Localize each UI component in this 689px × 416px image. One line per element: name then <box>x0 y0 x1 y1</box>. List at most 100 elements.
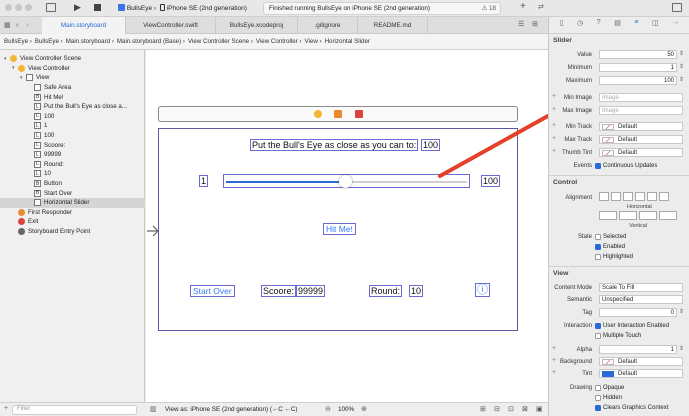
outline-item[interactable]: L Scoore: <box>0 140 145 150</box>
value-field[interactable]: 50 <box>599 50 677 59</box>
outline-item[interactable]: L Round: <box>0 160 145 170</box>
slider-max-label[interactable]: 100 <box>481 175 501 187</box>
score-value-label[interactable]: 99999 <box>296 285 326 297</box>
scheme-selector[interactable]: BullsEye › iPhone SE (2nd generation) <box>118 4 247 12</box>
zoom-in-icon[interactable]: ⊕ <box>361 405 367 413</box>
tab-main-storyboard[interactable]: Main.storyboard <box>42 17 126 34</box>
tab-bullseye-xcodeproj[interactable]: BullsEye.xcodeproj <box>216 17 298 34</box>
editor-options-icon[interactable]: ☰ <box>518 20 524 28</box>
enabled-checkbox[interactable] <box>595 244 601 250</box>
multiple-touch-checkbox[interactable] <box>595 333 601 339</box>
minimum-field[interactable]: 1 <box>599 63 677 72</box>
align-bottom-icon[interactable] <box>639 211 657 220</box>
continuous-updates-checkbox[interactable] <box>595 163 601 169</box>
breadcrumb-base[interactable]: Main.storyboard (Base) › <box>117 38 185 45</box>
tint-popup[interactable]: Default <box>599 369 683 378</box>
hidden-checkbox[interactable] <box>595 395 601 401</box>
align-right-icon[interactable] <box>623 192 633 201</box>
stop-icon[interactable] <box>94 4 101 11</box>
outline-item[interactable]: L 10 <box>0 169 145 179</box>
resolve-issues-icon[interactable]: ⊠ <box>522 405 528 413</box>
tab-gitignore[interactable]: .gitignore <box>298 17 358 34</box>
outline-item[interactable]: L 100 <box>0 112 145 122</box>
embed-in-icon[interactable]: ▣ <box>536 405 543 413</box>
round-label[interactable]: Round: <box>369 285 403 297</box>
add-library-icon[interactable]: + <box>520 1 526 12</box>
align-middle-icon[interactable] <box>619 211 637 220</box>
thumb-tint-popup[interactable]: Default <box>599 148 683 157</box>
tag-stepper[interactable]: ⇕ <box>679 308 684 315</box>
first-responder-icon[interactable] <box>334 110 342 118</box>
navigator-toggle-icon[interactable] <box>46 3 56 12</box>
tag-field[interactable]: 0 <box>599 308 677 317</box>
alpha-field[interactable]: 1 <box>599 345 677 354</box>
identity-inspector-icon[interactable]: ▤ <box>614 19 621 29</box>
add-constraints-icon[interactable]: ⊡ <box>508 405 514 413</box>
outline-item[interactable]: L 100 <box>0 131 145 141</box>
add-icon[interactable]: + <box>4 405 8 412</box>
user-interaction-checkbox[interactable] <box>595 323 601 329</box>
target-value-label[interactable]: 100 <box>421 139 441 151</box>
breadcrumb-project[interactable]: BullsEye › <box>4 38 32 45</box>
content-mode-popup[interactable]: Scale To Fill <box>599 283 683 292</box>
alpha-stepper[interactable]: ⇕ <box>679 345 684 352</box>
connections-inspector-icon[interactable]: → <box>672 19 679 29</box>
outline-item[interactable]: First Responder <box>0 208 145 218</box>
min-track-popup[interactable]: Default <box>599 122 683 131</box>
align-icon[interactable]: ⊟ <box>494 405 500 413</box>
outline-item[interactable]: ▾ View Controller <box>0 64 145 74</box>
background-popup[interactable]: Default <box>599 357 683 366</box>
clears-graphics-checkbox[interactable] <box>595 405 601 411</box>
back-icon[interactable]: ‹ <box>16 20 19 29</box>
instruction-label[interactable]: Put the Bull's Eye as close as you can t… <box>250 139 419 151</box>
semantic-popup[interactable]: Unspecified <box>599 295 683 304</box>
exit-icon[interactable] <box>355 110 363 118</box>
selected-checkbox[interactable] <box>595 234 601 240</box>
align-top-icon[interactable] <box>599 211 617 220</box>
start-over-button[interactable]: Start Over <box>190 285 235 297</box>
code-review-icon[interactable]: ⇄ <box>538 3 544 11</box>
zoom-window-button[interactable] <box>25 4 32 11</box>
slider-thumb[interactable] <box>338 175 352 188</box>
max-track-popup[interactable]: Default <box>599 135 683 144</box>
hide-outline-icon[interactable]: ▥ <box>150 405 157 413</box>
opaque-checkbox[interactable] <box>595 385 601 391</box>
zoom-out-icon[interactable]: ⊖ <box>325 405 331 413</box>
tab-readme[interactable]: README.md <box>358 17 428 34</box>
align-left-icon[interactable] <box>599 192 609 201</box>
min-image-field[interactable]: Image <box>599 93 683 102</box>
outline-item[interactable]: Storyboard Entry Point <box>0 227 145 237</box>
forward-icon[interactable]: › <box>26 20 29 29</box>
run-icon[interactable]: ▶ <box>74 2 81 13</box>
highlighted-checkbox[interactable] <box>595 254 601 260</box>
update-frames-icon[interactable]: ⊞ <box>480 405 486 413</box>
minimize-window-button[interactable] <box>15 4 22 11</box>
align-fill-icon[interactable] <box>635 192 645 201</box>
info-button[interactable]: ⓘ <box>475 283 490 297</box>
maximum-stepper[interactable]: ⇕ <box>679 76 684 83</box>
size-inspector-icon[interactable]: ◫ <box>652 19 659 29</box>
hit-me-button[interactable]: Hit Me! <box>323 223 356 235</box>
warning-counter[interactable]: ⚠ 18 <box>482 5 496 12</box>
outline-item[interactable]: ▾ View <box>0 73 145 83</box>
outline-item[interactable]: B Start Over <box>0 188 145 198</box>
inspector-toggle-icon[interactable] <box>672 3 682 12</box>
outline-item[interactable]: Horizontal Slider <box>0 198 145 208</box>
outline-item[interactable]: B Button <box>0 179 145 189</box>
align-center-icon[interactable] <box>611 192 621 201</box>
align-trailing-icon[interactable] <box>659 192 669 201</box>
horizontal-alignment-control[interactable] <box>599 192 669 201</box>
align-fill-vertical-icon[interactable] <box>659 211 677 220</box>
outline-item[interactable]: Safe Area <box>0 83 145 93</box>
breadcrumb-view[interactable]: View › <box>304 38 321 45</box>
outline-filter-input[interactable]: Filter <box>12 405 137 415</box>
align-leading-icon[interactable] <box>647 192 657 201</box>
vertical-alignment-control[interactable] <box>599 211 677 220</box>
breadcrumb-scene[interactable]: View Controller Scene › <box>188 38 253 45</box>
breadcrumb-controller[interactable]: View Controller › <box>256 38 302 45</box>
score-label[interactable]: Scoore: <box>261 285 297 297</box>
horizontal-slider[interactable] <box>223 174 470 188</box>
breadcrumb-file[interactable]: Main.storyboard › <box>66 38 114 45</box>
view-controller-scene[interactable]: Put the Bull's Eye as close as you can t… <box>158 128 518 331</box>
tab-viewcontroller-swift[interactable]: ViewController.swift <box>126 17 216 34</box>
